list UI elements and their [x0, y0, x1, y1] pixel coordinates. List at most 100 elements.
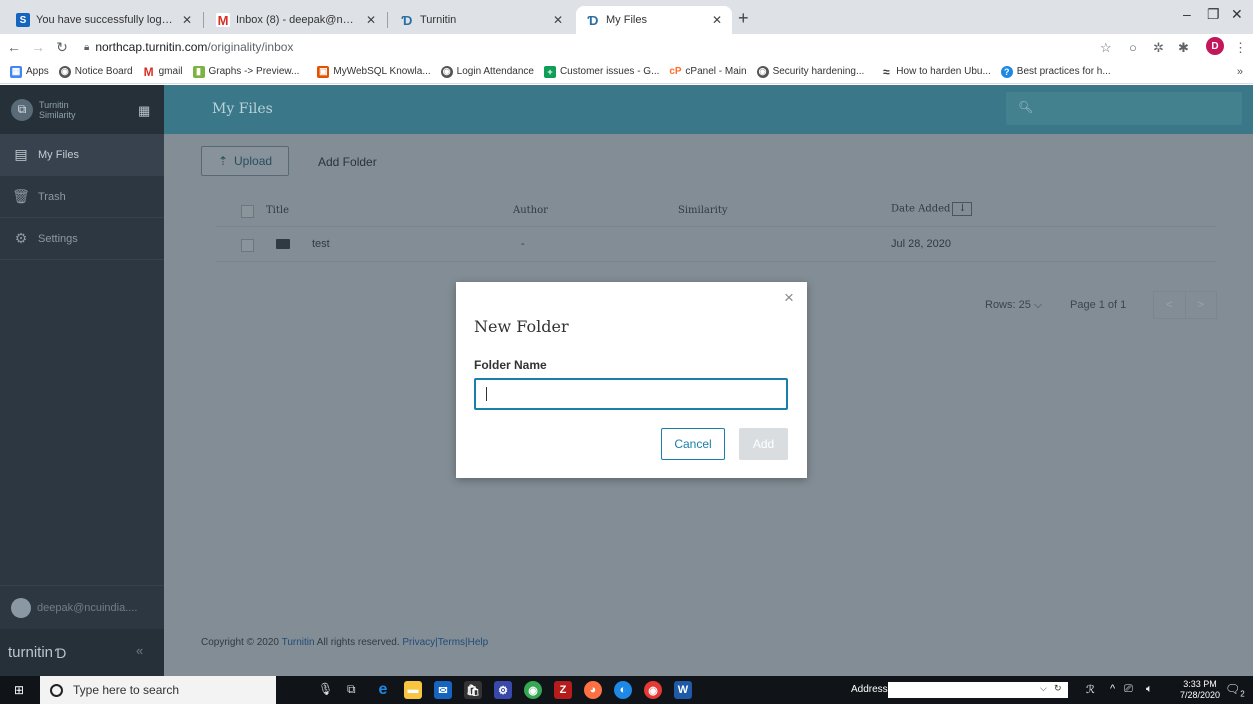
bookmark-item[interactable]: ◉ Notice Board	[58, 65, 133, 78]
turnitin-link[interactable]: Turnitin	[282, 637, 315, 648]
tab-my-files[interactable]: Ɗ My Files ✕	[576, 6, 732, 34]
chevron-down-icon[interactable]: ⌵	[1040, 683, 1047, 694]
bookmark-item[interactable]: ? Best practices for h...	[1000, 65, 1111, 78]
sidebar-item-trash[interactable]: 🗑︎ Trash	[0, 176, 164, 218]
profile-avatar[interactable]: D	[1206, 37, 1224, 55]
bookmark-item[interactable]: ◉ Login Attendance	[440, 65, 534, 78]
collapse-sidebar-icon[interactable]: «	[136, 643, 143, 658]
windows-start-icon[interactable]: ⊞	[14, 683, 24, 697]
tab-gmail-inbox[interactable]: M Inbox (8) - deepak@ncuindia.edu ✕	[206, 6, 386, 34]
select-all-checkbox[interactable]	[241, 205, 254, 218]
bookmark-item[interactable]: Mgmail	[143, 65, 183, 79]
edge-icon[interactable]: e	[374, 681, 392, 699]
bookmark-item[interactable]: ≈ How to harden Ubu...	[880, 65, 991, 79]
upload-button[interactable]: ⇡ Upload	[201, 146, 289, 176]
forward-icon[interactable]: →	[28, 39, 48, 55]
mail-icon[interactable]: ✉	[434, 681, 452, 699]
chrome-icon[interactable]: ◉	[524, 681, 542, 699]
people-icon[interactable]: ℛ	[1086, 683, 1095, 696]
help-link[interactable]: Help	[468, 637, 489, 648]
next-page-button[interactable]: >	[1186, 292, 1217, 318]
rows-per-page-select[interactable]: Rows: 25 ⌵	[985, 299, 1042, 312]
windows-taskbar: ⊞ Type here to search 🎙︎ ⧉ e ▬ ✉ 🛍︎ ⚙ ◉ …	[0, 676, 1253, 704]
bookmark-item[interactable]: cP cPanel - Main	[669, 66, 746, 78]
bookmark-item[interactable]: ▮ Graphs -> Preview...	[192, 65, 299, 78]
bookmarks-bar: ▦ Apps ◉ Notice Board Mgmail ▮ Graphs -> Pr…	[0, 60, 1253, 84]
bookmark-item[interactable]: ▣ MyWebSQL Knowla...	[317, 65, 431, 78]
sidebar-item-my-files[interactable]: ▤ My Files	[0, 134, 164, 176]
close-icon[interactable]: ×	[784, 288, 794, 308]
back-icon[interactable]: ←	[4, 39, 24, 55]
reload-icon[interactable]: ↻	[52, 39, 72, 56]
menu-icon[interactable]: ⋮	[1234, 40, 1247, 56]
store-icon[interactable]: 🛍︎	[464, 681, 482, 699]
user-menu[interactable]: deepak@ncuindia....	[0, 585, 164, 629]
star-icon[interactable]: ☆	[1100, 40, 1112, 56]
extension-icon[interactable]: ○	[1129, 40, 1137, 55]
trash-icon: 🗑︎	[12, 188, 30, 204]
system-clock[interactable]: 3:33 PM 7/28/2020	[1180, 679, 1220, 701]
file-title[interactable]: test	[312, 238, 330, 250]
close-window-icon[interactable]: ✕	[1231, 6, 1243, 23]
terms-link[interactable]: Terms	[438, 637, 465, 648]
privacy-link[interactable]: Privacy	[402, 637, 435, 648]
microphone-icon[interactable]: 🎙︎	[318, 682, 333, 696]
cancel-button[interactable]: Cancel	[661, 428, 725, 460]
close-tab-icon[interactable]: ✕	[182, 13, 192, 27]
close-tab-icon[interactable]: ✕	[553, 13, 563, 27]
close-tab-icon[interactable]: ✕	[366, 13, 376, 27]
word-icon[interactable]: W	[674, 681, 692, 699]
network-icon[interactable]: ⎚	[1124, 683, 1133, 696]
volume-icon[interactable]: 🔈︎	[1146, 683, 1153, 696]
column-date-added[interactable]: Date Added ↓	[891, 202, 973, 216]
close-tab-icon[interactable]: ✕	[712, 13, 722, 27]
puzzle-icon[interactable]: ✱	[1178, 40, 1189, 56]
restore-icon[interactable]: ❐	[1207, 6, 1220, 23]
column-author[interactable]: Author	[513, 205, 548, 216]
extension-icon[interactable]: ✲	[1153, 40, 1164, 56]
column-similarity[interactable]: Similarity	[678, 205, 728, 216]
taskbar-address-input[interactable]: ⌵ ↻	[888, 682, 1068, 698]
tab-turnitin[interactable]: Ɗ Turnitin ✕	[390, 6, 573, 34]
search-icon: 🔍︎	[1018, 100, 1034, 114]
refresh-icon[interactable]: ↻	[1054, 683, 1062, 694]
gear-icon: ⚙︎	[14, 230, 28, 246]
avatar	[11, 597, 31, 618]
add-button[interactable]: Add	[739, 428, 788, 460]
cpanel-icon: cP	[669, 66, 682, 77]
app-icon[interactable]: ⚙	[494, 681, 512, 699]
database-icon: ▣	[317, 65, 330, 78]
add-folder-button[interactable]: Add Folder	[318, 155, 377, 169]
file-author: -	[521, 238, 525, 250]
url-field[interactable]: 🔒︎ northcap.turnitin.com/originality/inb…	[84, 40, 293, 54]
bookmarks-overflow-button[interactable]: »	[1237, 66, 1243, 78]
notifications-icon[interactable]: 🗨︎2	[1225, 682, 1245, 698]
sort-down-icon[interactable]: ↓	[952, 202, 973, 216]
column-title[interactable]: Title	[266, 205, 289, 216]
help-icon: ?	[1000, 65, 1013, 78]
task-view-icon[interactable]: ⧉	[347, 682, 356, 697]
row-checkbox[interactable]	[241, 239, 254, 252]
chevron-up-icon[interactable]: ^	[1110, 683, 1115, 695]
bookmark-apps[interactable]: ▦ Apps	[10, 65, 49, 78]
bookmark-item[interactable]: ◉ Security hardening...	[756, 65, 864, 78]
file-explorer-icon[interactable]: ▬	[404, 681, 422, 699]
new-tab-button[interactable]: +	[738, 8, 749, 29]
app-switcher-icon[interactable]: ▦	[138, 103, 150, 119]
site-favicon-icon: S	[16, 13, 30, 27]
firefox-icon[interactable]: ◕	[584, 681, 602, 699]
folder-name-input[interactable]	[474, 378, 788, 410]
taskbar-search-input[interactable]: Type here to search	[40, 676, 276, 704]
prev-page-button[interactable]: <	[1154, 292, 1186, 318]
sidebar-item-settings[interactable]: ⚙︎ Settings	[0, 218, 164, 260]
minimize-icon[interactable]: –	[1183, 6, 1191, 22]
filezilla-icon[interactable]: Z	[554, 681, 572, 699]
bookmark-item[interactable]: + Customer issues - G...	[543, 65, 659, 78]
app-icon[interactable]: ◐	[614, 681, 632, 699]
page-title: My Files	[212, 101, 273, 117]
chrome-profile-icon[interactable]: ◉	[644, 681, 662, 699]
files-table: Title Author Similarity Date Added ↓ test…	[216, 197, 1216, 262]
table-row[interactable]: test - Jul 28, 2020	[216, 227, 1216, 262]
tab-logged-in[interactable]: S You have successfully logged in. ✕	[6, 6, 202, 34]
search-input[interactable]: 🔍︎	[1006, 92, 1242, 125]
